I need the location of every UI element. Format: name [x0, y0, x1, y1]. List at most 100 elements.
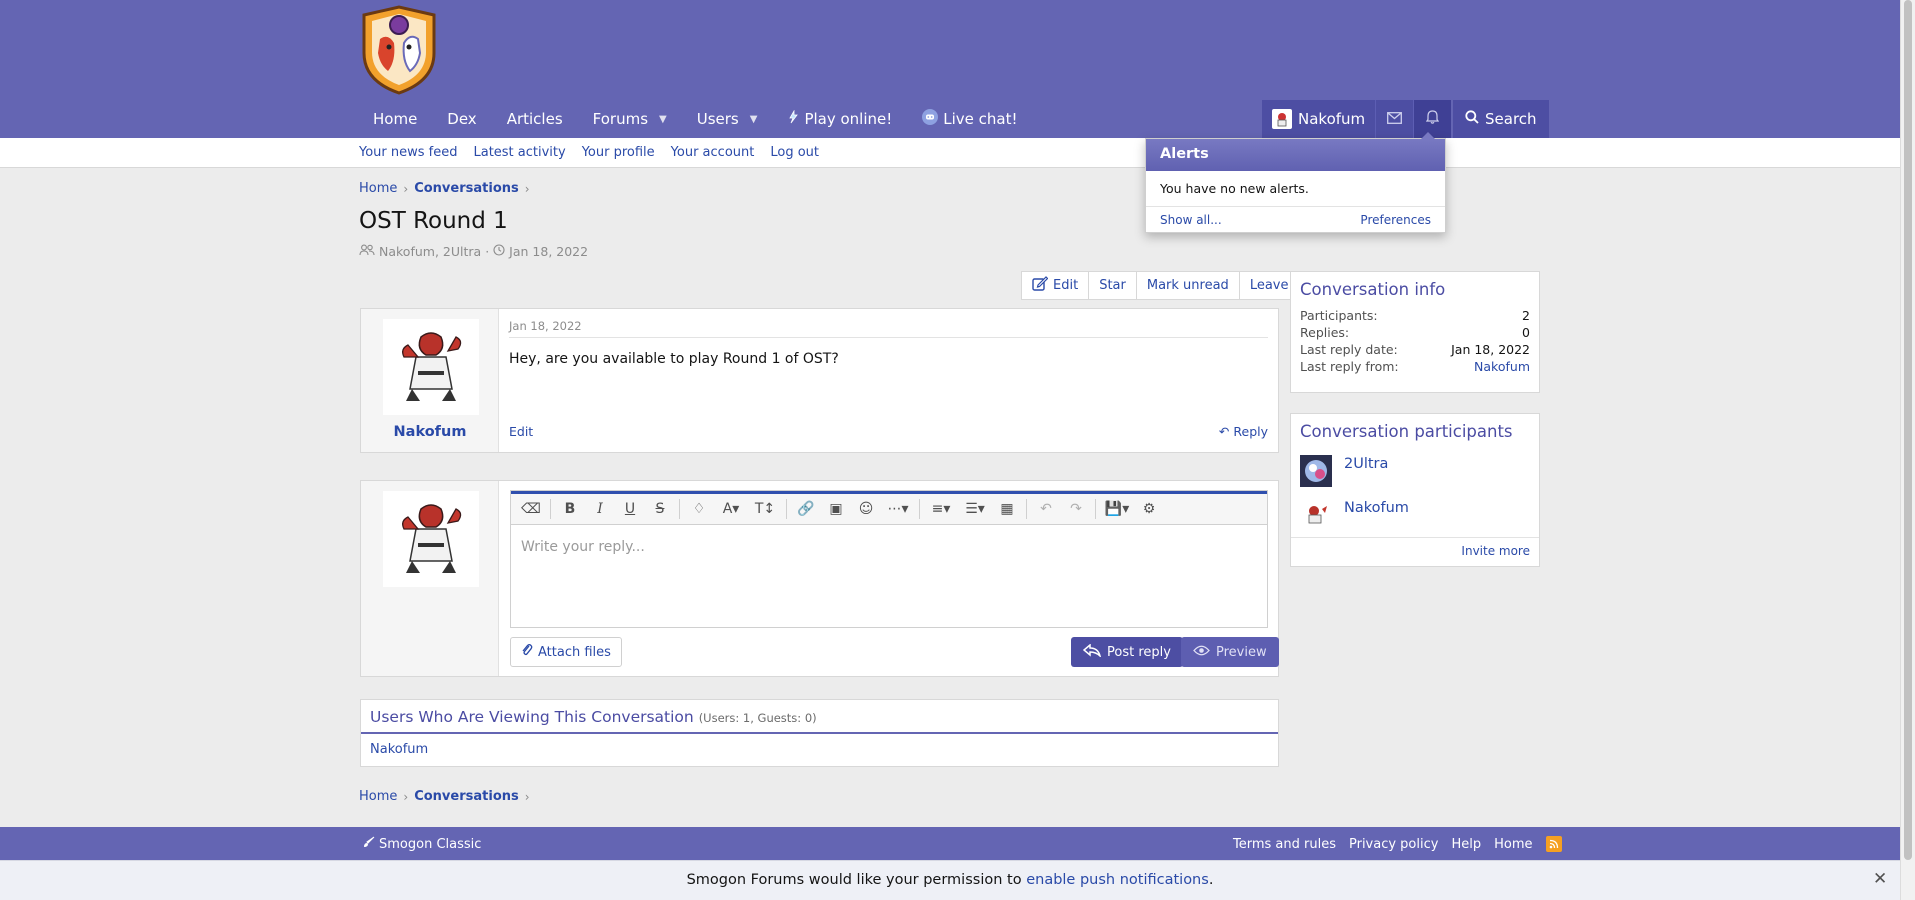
search-button[interactable]: Search	[1453, 100, 1549, 138]
account-button[interactable]: Nakofum	[1262, 100, 1376, 138]
reply-input[interactable]: Write your reply...	[521, 539, 645, 555]
avatar	[1272, 109, 1292, 129]
list-icon[interactable]: ☰▾	[959, 496, 991, 522]
footer-terms-link[interactable]: Terms and rules	[1233, 837, 1336, 852]
push-notification-bar: Smogon Forums would like your permission…	[0, 860, 1900, 900]
nav-play-online[interactable]: Play online!	[772, 100, 907, 138]
subnav-your-account[interactable]: Your account	[671, 145, 755, 160]
reply-editor[interactable]: ⌫ B I U S ♢ A▾ T↕ 🔗 ▣ ☺ ⋯▾ ≡▾ ☰▾ ▦ ↶ ↷ 💾…	[510, 490, 1268, 628]
table-icon[interactable]: ▦	[993, 496, 1021, 522]
breadcrumb: Home › Conversations ›	[359, 181, 530, 196]
chevron-right-icon: ›	[524, 181, 530, 196]
align-icon[interactable]: ≡▾	[925, 496, 957, 522]
drafts-icon[interactable]: 💾▾	[1101, 496, 1133, 522]
image-icon[interactable]: ▣	[822, 496, 850, 522]
avatar[interactable]	[1300, 455, 1332, 487]
participant-link[interactable]: 2Ultra	[1344, 456, 1388, 472]
footer-home-link[interactable]: Home	[1494, 837, 1532, 852]
caret-down-icon[interactable]: ▼	[750, 114, 758, 125]
alerts-message: You have no new alerts.	[1146, 171, 1445, 207]
subnav-news-feed[interactable]: Your news feed	[359, 145, 457, 160]
nav-users[interactable]: Users ▼	[682, 100, 773, 138]
alert-preferences-link[interactable]: Preferences	[1360, 213, 1431, 227]
undo-icon[interactable]: ↶	[1032, 496, 1060, 522]
participant-link[interactable]: Nakofum	[1344, 500, 1409, 516]
showdown-icon	[787, 109, 799, 128]
rss-icon[interactable]	[1545, 836, 1562, 852]
strikethrough-icon[interactable]: S	[646, 496, 674, 522]
caret-down-icon[interactable]: ▼	[659, 114, 667, 125]
viewing-title: Users Who Are Viewing This Conversation	[370, 708, 694, 726]
conversation-meta: Nakofum, 2Ultra · Jan 18, 2022	[359, 244, 588, 259]
close-icon[interactable]: ✕	[1873, 869, 1887, 889]
link-icon[interactable]: 🔗	[792, 496, 820, 522]
post-edit-link[interactable]: Edit	[509, 424, 533, 439]
show-all-alerts-link[interactable]: Show all...	[1160, 213, 1222, 227]
post-reply-button[interactable]: Post reply	[1071, 637, 1183, 667]
breadcrumb-conversations[interactable]: Conversations	[414, 181, 519, 196]
conversation-actions: Edit Star Mark unread Leave	[1021, 271, 1300, 300]
breadcrumb-bottom: Home › Conversations ›	[359, 789, 530, 804]
smilie-icon[interactable]: ☺	[852, 496, 880, 522]
text-color-icon[interactable]: ♢	[685, 496, 713, 522]
footer-links: Terms and rules Privacy policy Help Home	[1233, 836, 1562, 852]
reply-icon	[1082, 642, 1102, 661]
subnav-your-profile[interactable]: Your profile	[582, 145, 655, 160]
bell-icon	[1426, 110, 1440, 128]
redo-icon[interactable]: ↷	[1062, 496, 1090, 522]
footer-help-link[interactable]: Help	[1451, 837, 1481, 852]
viewing-user-link[interactable]: Nakofum	[361, 734, 1278, 765]
star-button[interactable]: Star	[1088, 272, 1136, 299]
nav-live-chat[interactable]: Live chat!	[907, 100, 1032, 138]
breadcrumb-home[interactable]: Home	[359, 181, 397, 196]
post-username[interactable]: Nakofum	[361, 424, 499, 440]
breadcrumb-conversations[interactable]: Conversations	[414, 789, 519, 804]
nav-forums[interactable]: Forums ▼	[578, 100, 682, 138]
avatar[interactable]	[383, 319, 479, 415]
envelope-icon	[1387, 110, 1403, 128]
more-options-icon[interactable]: ⋯▾	[882, 496, 914, 522]
post-reply-link[interactable]: ↶ Reply	[1219, 424, 1268, 439]
scrollbar[interactable]	[1900, 0, 1915, 900]
mark-unread-button[interactable]: Mark unread	[1135, 272, 1239, 299]
underline-icon[interactable]: U	[616, 496, 644, 522]
font-size-icon[interactable]: T↕	[749, 496, 781, 522]
sub-nav: Your news feed Latest activity Your prof…	[0, 138, 1900, 168]
subnav-log-out[interactable]: Log out	[770, 145, 819, 160]
footer-privacy-link[interactable]: Privacy policy	[1349, 837, 1438, 852]
avatar[interactable]	[1300, 499, 1332, 531]
font-family-icon[interactable]: A▾	[715, 496, 747, 522]
nav-dex[interactable]: Dex	[432, 100, 491, 138]
gear-icon[interactable]: ⚙	[1135, 496, 1163, 522]
bold-icon[interactable]: B	[556, 496, 584, 522]
preview-button[interactable]: Preview	[1181, 637, 1279, 667]
nav-home[interactable]: Home	[358, 100, 432, 138]
subnav-latest-activity[interactable]: Latest activity	[473, 145, 565, 160]
paintbrush-icon	[363, 836, 375, 852]
page: Home Dex Articles Forums ▼ Users ▼ Play on…	[0, 0, 1900, 900]
last-reply-user-link[interactable]: Nakofum	[1474, 359, 1530, 374]
italic-icon[interactable]: I	[586, 496, 614, 522]
conversation-info-title: Conversation info	[1300, 280, 1446, 299]
breadcrumb-home[interactable]: Home	[359, 789, 397, 804]
participants-block: Conversation participants 2Ultra Nakofum…	[1290, 413, 1540, 567]
message-post: Nakofum Jan 18, 2022 Hey, are you availa…	[360, 308, 1279, 453]
enable-push-link[interactable]: enable push notifications	[1026, 872, 1209, 888]
nav-articles[interactable]: Articles	[492, 100, 578, 138]
alerts-popup: Alerts You have no new alerts. Show all.…	[1145, 132, 1446, 233]
style-chooser[interactable]: Smogon Classic	[363, 836, 481, 852]
invite-more-link[interactable]: Invite more	[1291, 537, 1539, 564]
participants-title: Conversation participants	[1300, 422, 1513, 441]
attach-files-button[interactable]: Attach files	[510, 637, 622, 667]
edit-conversation-button[interactable]: Edit	[1022, 272, 1088, 299]
clear-formatting-icon[interactable]: ⌫	[517, 496, 545, 522]
viewing-block: Users Who Are Viewing This Conversation …	[360, 699, 1279, 767]
inbox-button[interactable]	[1375, 100, 1414, 138]
search-icon	[1465, 110, 1479, 128]
chevron-right-icon: ›	[403, 181, 409, 196]
post-body: Hey, are you available to play Round 1 o…	[509, 351, 839, 367]
post-date[interactable]: Jan 18, 2022	[509, 319, 582, 333]
smogon-logo[interactable]	[358, 5, 440, 95]
main-nav: Home Dex Articles Forums ▼ Users ▼ Play on…	[358, 100, 1033, 138]
alerts-title: Alerts	[1146, 139, 1445, 171]
